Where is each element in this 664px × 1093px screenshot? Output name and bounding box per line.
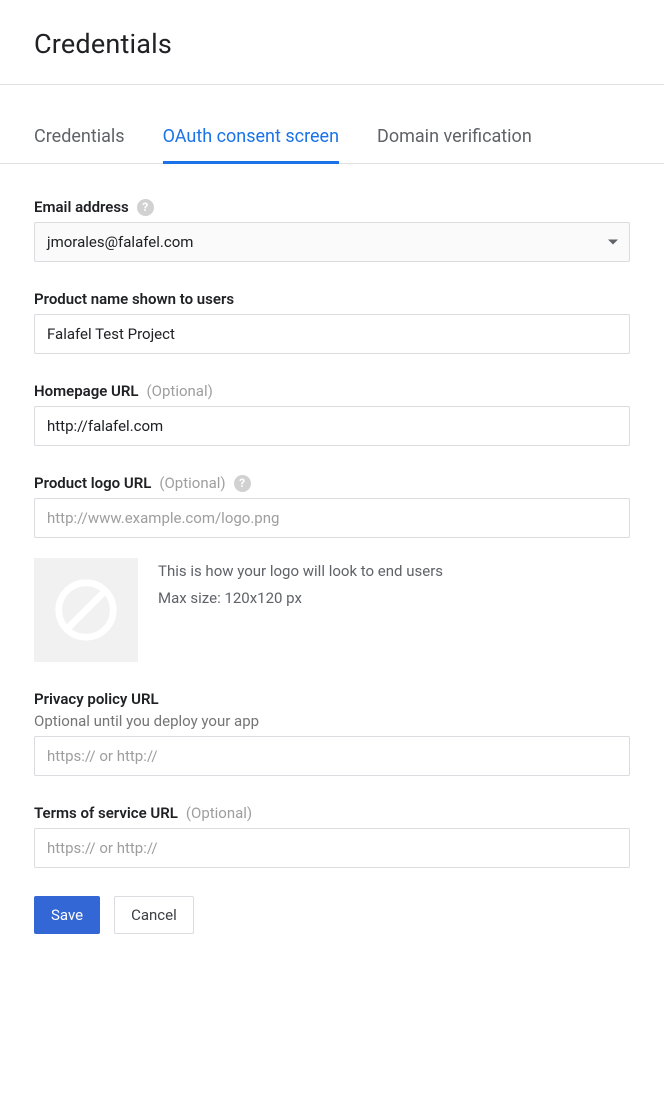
- header-divider: [0, 84, 664, 85]
- tab-credentials[interactable]: Credentials: [34, 126, 125, 164]
- product-logo-url-label: Product logo URL: [34, 474, 151, 492]
- homepage-url-input[interactable]: [34, 406, 630, 446]
- email-select[interactable]: jmorales@falafel.com: [34, 222, 630, 262]
- product-name-label: Product name shown to users: [34, 290, 234, 308]
- product-name-input[interactable]: [34, 314, 630, 354]
- homepage-url-label: Homepage URL: [34, 382, 139, 400]
- product-logo-url-field-group: Product logo URL (Optional) ? This is ho…: [34, 474, 630, 662]
- logo-hint-line2: Max size: 120x120 px: [158, 585, 443, 612]
- homepage-url-field-group: Homepage URL (Optional): [34, 382, 630, 446]
- tos-url-label: Terms of service URL: [34, 804, 178, 822]
- homepage-optional: (Optional): [147, 382, 213, 400]
- product-logo-url-input[interactable]: [34, 498, 630, 538]
- consent-form: Email address ? jmorales@falafel.com Pro…: [0, 164, 664, 974]
- tos-url-input[interactable]: [34, 828, 630, 868]
- tos-optional: (Optional): [186, 804, 252, 822]
- email-label: Email address: [34, 198, 129, 216]
- tab-oauth-consent-screen[interactable]: OAuth consent screen: [163, 126, 339, 164]
- logo-placeholder: [34, 558, 138, 662]
- tos-url-field-group: Terms of service URL (Optional): [34, 804, 630, 868]
- product-logo-optional: (Optional): [159, 474, 225, 492]
- save-button[interactable]: Save: [34, 896, 100, 934]
- tab-domain-verification[interactable]: Domain verification: [377, 126, 532, 164]
- email-select-value: jmorales@falafel.com: [47, 233, 193, 251]
- cancel-button[interactable]: Cancel: [114, 896, 194, 934]
- tabs-row: Credentials OAuth consent screen Domain …: [0, 125, 664, 164]
- help-icon[interactable]: ?: [234, 475, 251, 492]
- page-title: Credentials: [34, 28, 630, 60]
- privacy-policy-url-label: Privacy policy URL: [34, 690, 159, 708]
- product-name-field-group: Product name shown to users: [34, 290, 630, 354]
- no-image-icon: [52, 576, 120, 644]
- logo-hint-text: This is how your logo will look to end u…: [158, 558, 443, 662]
- button-row: Save Cancel: [34, 896, 630, 934]
- privacy-policy-url-input[interactable]: [34, 736, 630, 776]
- email-field-group: Email address ? jmorales@falafel.com: [34, 198, 630, 262]
- privacy-policy-url-field-group: Privacy policy URL Optional until you de…: [34, 690, 630, 776]
- help-icon[interactable]: ?: [137, 199, 154, 216]
- privacy-policy-sublabel: Optional until you deploy your app: [34, 712, 630, 730]
- logo-hint-line1: This is how your logo will look to end u…: [158, 558, 443, 585]
